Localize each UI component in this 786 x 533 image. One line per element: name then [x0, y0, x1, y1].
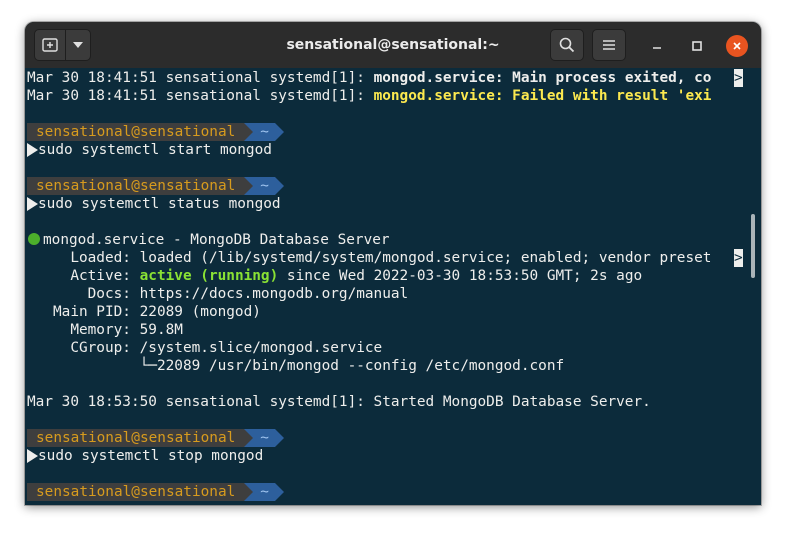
terminal-menu-dropdown[interactable] — [65, 29, 91, 61]
minimize-button[interactable] — [645, 34, 669, 58]
search-button[interactable] — [550, 29, 584, 61]
prompt-arrow-icon — [27, 197, 38, 211]
service-status-title: mongod.service - MongoDB Database Server — [27, 231, 390, 249]
title-bar[interactable]: sensational@sensational:~ — [25, 22, 761, 69]
status-cgroup-line: CGroup: /system.slice/mongod.service — [27, 340, 383, 356]
prompt-user: sensational@sensational — [27, 177, 245, 195]
status-docs-line: Docs: https://docs.mongodb.org/manual — [27, 286, 409, 302]
prompt-user: sensational@sensational — [27, 429, 245, 447]
command-line: sudo systemctl status mongod — [27, 195, 281, 213]
prompt-directory: ~ — [244, 123, 275, 141]
log-line-failed-with-result: Mar 30 18:41:51 sensational systemd[1]: … — [27, 88, 712, 104]
prompt-user: sensational@sensational — [27, 123, 245, 141]
shell-prompt: sensational@sensational ~ — [27, 177, 284, 195]
truncation-marker: > — [734, 249, 743, 267]
terminal-output[interactable]: Mar 30 18:41:51 sensational systemd[1]: … — [25, 68, 761, 505]
prompt-directory: ~ — [244, 483, 275, 501]
truncation-marker: > — [734, 69, 743, 87]
hamburger-menu-icon — [603, 40, 615, 50]
prompt-directory: ~ — [244, 429, 275, 447]
status-memory-line: Memory: 59.8M — [27, 322, 183, 338]
maximize-icon — [692, 41, 702, 51]
new-tab-icon — [42, 38, 58, 52]
terminal-window: sensational@sensational:~ Mar 30 18:41:5… — [25, 22, 761, 505]
shell-prompt: sensational@sensational ~ — [27, 429, 284, 447]
command-line: sudo systemctl stop mongod — [27, 447, 263, 465]
shell-prompt: sensational@sensational ~ — [27, 123, 284, 141]
hamburger-menu-button[interactable] — [592, 29, 626, 61]
search-icon — [559, 37, 575, 53]
prompt-directory: ~ — [244, 177, 275, 195]
log-line-started: Mar 30 18:53:50 sensational systemd[1]: … — [27, 394, 651, 410]
close-button[interactable] — [725, 34, 749, 58]
log-line-main-process-exited: Mar 30 18:41:51 sensational systemd[1]: … — [27, 70, 712, 86]
status-loaded-line: Loaded: loaded (/lib/systemd/system/mong… — [27, 250, 712, 266]
new-tab-button[interactable] — [34, 29, 66, 61]
command-line: sudo systemctl start mongod — [27, 141, 272, 159]
minimize-icon — [653, 47, 661, 49]
prompt-arrow-icon — [27, 143, 38, 157]
shell-prompt: sensational@sensational ~ — [27, 483, 284, 501]
status-pid-line: Main PID: 22089 (mongod) — [27, 304, 261, 320]
maximize-button[interactable] — [685, 34, 709, 58]
prompt-arrow-icon — [27, 449, 38, 463]
chevron-down-icon — [73, 42, 83, 48]
prompt-user: sensational@sensational — [27, 483, 245, 501]
status-cgroup-process-line: └─22089 /usr/bin/mongod --config /etc/mo… — [27, 358, 565, 374]
terminal-scrollbar[interactable] — [751, 214, 755, 278]
active-status-dot-icon — [28, 233, 40, 245]
status-active-line: Active: active (running) since Wed 2022-… — [27, 268, 643, 284]
close-icon — [733, 42, 741, 50]
